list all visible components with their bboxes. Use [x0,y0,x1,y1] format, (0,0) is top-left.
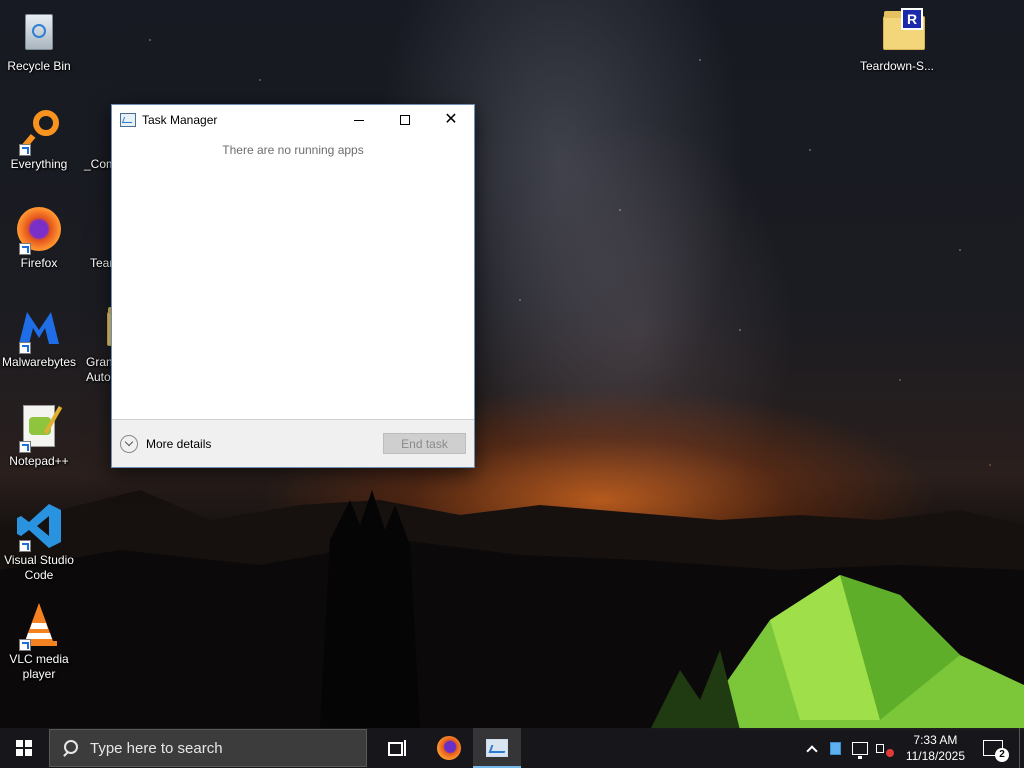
network-icon [851,741,868,759]
desktop-folder-teardown[interactable]: R Teardown-S... [857,8,937,74]
desktop-icon-label: Everything [10,157,68,171]
shortcut-arrow-icon [19,639,31,651]
no-apps-message: There are no running apps [222,143,364,157]
wallpaper-landscape [0,490,1024,730]
taskbar-task-manager-button[interactable] [473,728,521,768]
search-placeholder: Type here to search [90,739,223,757]
more-details-label: More details [146,436,212,451]
system-tray: 7:33 AM 11/18/2025 2 [800,728,1024,768]
volume-button[interactable] [872,728,898,768]
tray-app-icon [830,741,842,755]
end-task-button[interactable]: End task [383,433,466,454]
shortcut-arrow-icon [19,540,31,552]
shortcut-arrow-icon [19,441,31,453]
more-details-button[interactable]: More details [120,434,212,453]
task-manager-icon [120,113,136,127]
clock-date: 11/18/2025 [905,749,965,763]
chevron-down-icon [120,434,138,453]
folder-icon: R [873,8,925,56]
notification-icon: 2 [983,740,1009,762]
maximize-button[interactable] [382,105,428,135]
shortcut-arrow-icon [19,342,31,354]
task-manager-window[interactable]: Task Manager ✕ There are no running apps… [111,104,475,468]
volume-muted-icon [875,741,894,757]
desktop-icon-label: Teardown-S... [859,59,935,73]
malwarebytes-icon [15,304,63,354]
tray-app-button[interactable] [824,728,848,768]
clock[interactable]: 7:33 AM 11/18/2025 [898,728,973,768]
task-view-button[interactable] [373,728,421,768]
recycle-bin-icon [15,8,63,56]
revo-badge-icon: R [901,8,923,30]
desktop-icon-everything[interactable]: Everything [0,106,78,172]
taskbar-firefox-button[interactable] [425,728,473,768]
vscode-icon [15,502,63,552]
desktop-icon-vlc[interactable]: VLC media player [0,601,78,682]
desktop-icon-malwarebytes[interactable]: Malwarebytes [0,304,78,370]
task-view-icon [388,740,406,756]
shortcut-arrow-icon [19,144,31,156]
task-manager-icon [486,739,508,757]
maximize-icon [400,115,410,125]
clock-time: 7:33 AM [913,733,958,747]
search-box[interactable]: Type here to search [49,729,367,767]
desktop-icon-label: Notepad++ [9,454,69,468]
firefox-icon [15,205,63,255]
desktop-icon-vscode[interactable]: Visual Studio Code [0,502,78,583]
desktop-icon-recycle-bin[interactable]: Recycle Bin [0,8,78,74]
chevron-up-icon [806,744,818,757]
shortcut-arrow-icon [19,243,31,255]
network-button[interactable] [848,728,872,768]
minimize-icon [354,119,364,121]
vlc-icon [15,601,63,651]
desktop-icon-label: Visual Studio Code [4,553,74,582]
action-center-button[interactable]: 2 [973,728,1013,768]
desktop-icon-label: Firefox [20,256,58,270]
desktop-icon-label: Malwarebytes [1,355,77,369]
desktop-icon-notepadpp[interactable]: Notepad++ [0,403,78,469]
desktop-icon-firefox[interactable]: Firefox [0,205,78,271]
desktop-icon-label: Gran Auto [86,355,113,384]
desktop-icon-label: Recycle Bin [7,59,71,73]
firefox-icon [437,736,461,760]
notification-count-badge: 2 [995,748,1009,762]
taskbar: Type here to search 7:33 AM 11/18/2025 2 [0,728,1024,768]
close-button[interactable]: ✕ [428,105,474,135]
windows-logo-icon [16,740,32,756]
start-button[interactable] [0,728,48,768]
close-icon: ✕ [444,111,458,128]
everything-search-icon [15,106,63,156]
show-desktop-button[interactable] [1019,728,1024,768]
task-manager-footer: More details End task [112,419,474,467]
show-hidden-icons-button[interactable] [800,728,824,768]
window-title: Task Manager [142,113,218,127]
desktop-icon-label: VLC media player [9,652,69,681]
minimize-button[interactable] [336,105,382,135]
task-manager-titlebar[interactable]: Task Manager ✕ [112,105,474,135]
notepadpp-icon [15,403,63,453]
search-icon [62,740,78,756]
